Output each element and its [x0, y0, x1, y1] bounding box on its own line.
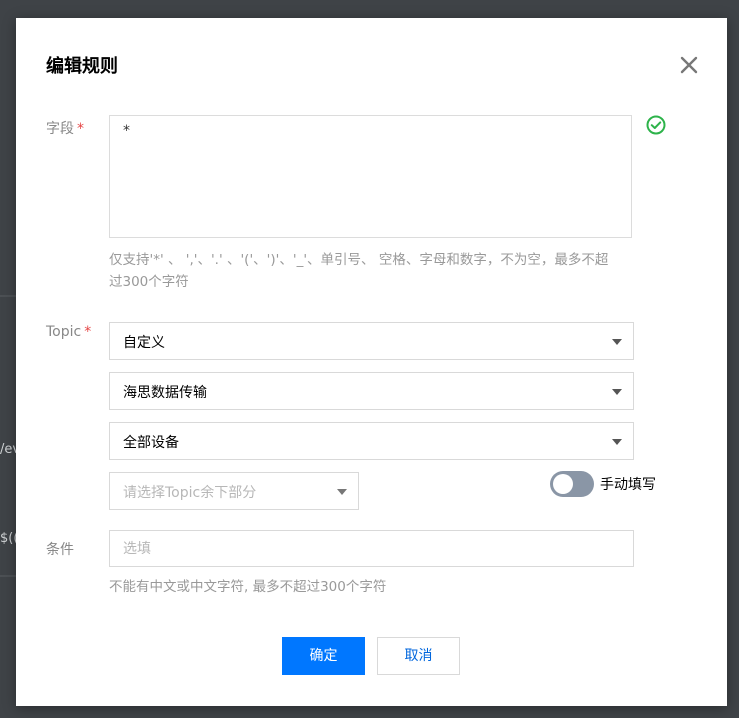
select-value: 全部设备: [123, 435, 179, 451]
caret-down-icon: [612, 439, 622, 445]
topic-type-select[interactable]: 自定义: [109, 322, 634, 360]
backdrop-divider: [0, 295, 16, 297]
field-value: *: [123, 123, 130, 139]
condition-hint: 不能有中文或中文字符, 最多不超过300个字符: [109, 579, 387, 595]
field-hint: 仅支持'*' 、 ','、'.' 、'('、')'、'_'、单引号、 空格、字母…: [109, 249, 608, 293]
toggle-knob: [553, 474, 573, 494]
manual-input-label: 手动填写: [600, 477, 656, 493]
caret-down-icon: [337, 489, 347, 495]
backdrop-divider: [0, 575, 16, 577]
field-textarea[interactable]: *: [109, 115, 632, 238]
select-placeholder: 请选择Topic余下部分: [123, 485, 257, 501]
select-value: 海思数据传输: [123, 385, 207, 401]
select-value: 自定义: [123, 335, 165, 351]
topic-device-select[interactable]: 全部设备: [109, 422, 634, 460]
cancel-button[interactable]: 取消: [377, 637, 460, 675]
field-label-text: 字段: [46, 121, 74, 137]
condition-label: 条件: [46, 542, 74, 558]
close-icon[interactable]: [678, 54, 700, 76]
topic-suffix-select[interactable]: 请选择Topic余下部分: [109, 472, 359, 510]
caret-down-icon: [612, 339, 622, 345]
field-hint-line1: 仅支持'*' 、 ','、'.' 、'('、')'、'_'、单引号、 空格、字母…: [109, 252, 609, 268]
edit-rule-dialog: 编辑规则 字段 * * 仅支持'*' 、 ','、'.' 、'('、')'、'_'…: [16, 18, 727, 706]
dialog-title: 编辑规则: [46, 56, 118, 77]
required-mark: *: [84, 324, 92, 340]
check-circle-icon: [645, 114, 667, 136]
required-mark: *: [77, 121, 84, 137]
confirm-button[interactable]: 确定: [282, 637, 365, 675]
field-hint-line2: 过300个字符: [109, 274, 189, 290]
caret-down-icon: [612, 389, 622, 395]
topic-label: Topic *: [46, 324, 91, 340]
topic-product-select[interactable]: 海思数据传输: [109, 372, 634, 410]
topic-label-text: Topic: [46, 324, 82, 340]
manual-input-toggle[interactable]: [550, 471, 594, 497]
condition-input[interactable]: [109, 530, 634, 567]
field-label: 字段 *: [46, 118, 84, 138]
